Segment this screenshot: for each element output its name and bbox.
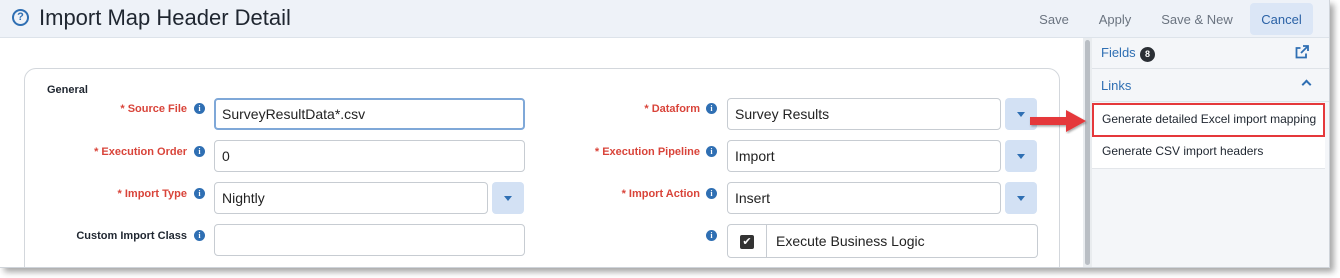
links-title[interactable]: Links	[1101, 78, 1131, 93]
execute-business-logic-checkbox-wrap[interactable]: ✔	[727, 224, 767, 258]
dataform-label: * Dataform	[644, 103, 700, 115]
execute-business-logic-checkbox[interactable]: ✔	[740, 235, 754, 249]
page-title: Import Map Header Detail	[39, 5, 291, 30]
source-file-label: * Source File	[120, 103, 187, 115]
header-bar: ? Import Map Header Detail Save Apply Sa…	[0, 0, 1329, 38]
section-title: General	[47, 84, 88, 96]
info-icon[interactable]: i	[194, 188, 205, 199]
execution-order-label: * Execution Order	[94, 146, 187, 158]
dataform-select[interactable]: Survey Results	[727, 98, 1001, 130]
import-type-label: * Import Type	[117, 188, 187, 200]
info-icon[interactable]: i	[706, 146, 717, 157]
fields-count-badge: 8	[1140, 47, 1155, 62]
import-action-label: * Import Action	[621, 188, 700, 200]
execution-pipeline-dropdown-button[interactable]	[1005, 140, 1037, 172]
help-icon[interactable]: ?	[12, 9, 29, 26]
import-action-dropdown-button[interactable]	[1005, 182, 1037, 214]
highlight-box	[1092, 103, 1325, 137]
links-panel-header[interactable]: Links	[1092, 71, 1329, 102]
chevron-down-icon	[1017, 196, 1025, 201]
import-action-select[interactable]: Insert	[727, 182, 1001, 214]
fields-panel-header[interactable]: Fields 8	[1092, 38, 1329, 69]
custom-import-class-label: Custom Import Class	[76, 230, 187, 242]
window: ? Import Map Header Detail Save Apply Sa…	[0, 0, 1330, 268]
apply-button[interactable]: Apply	[1089, 3, 1141, 35]
save-button[interactable]: Save	[1030, 3, 1078, 35]
execution-pipeline-label: * Execution Pipeline	[594, 146, 700, 158]
info-icon[interactable]: i	[706, 188, 717, 199]
info-icon[interactable]: i	[194, 230, 205, 241]
red-arrow-annotation	[1030, 110, 1086, 132]
execution-order-input[interactable]: 0	[214, 140, 525, 172]
chevron-up-icon[interactable]	[1301, 79, 1312, 90]
link-generate-csv-headers[interactable]: Generate CSV import headers	[1092, 136, 1325, 169]
chevron-down-icon	[504, 196, 512, 201]
save-and-new-button[interactable]: Save & New	[1154, 3, 1240, 35]
info-icon[interactable]: i	[194, 146, 205, 157]
source-file-input[interactable]: SurveyResultData*.csv	[214, 98, 525, 130]
chevron-down-icon	[1017, 154, 1025, 159]
custom-import-class-input[interactable]	[214, 224, 525, 256]
import-type-dropdown-button[interactable]	[492, 182, 524, 214]
execution-pipeline-select[interactable]: Import	[727, 140, 1001, 172]
chevron-down-icon	[1017, 112, 1025, 117]
cancel-button[interactable]: Cancel	[1250, 3, 1313, 35]
info-icon[interactable]: i	[194, 103, 205, 114]
info-icon[interactable]: i	[706, 103, 717, 114]
scrollbar-thumb[interactable]	[1085, 40, 1090, 265]
import-type-select[interactable]: Nightly	[214, 182, 488, 214]
external-link-icon[interactable]	[1295, 45, 1309, 59]
execute-business-logic-label: Execute Business Logic	[767, 224, 1038, 258]
info-icon[interactable]: i	[706, 230, 717, 241]
fields-title[interactable]: Fields	[1101, 45, 1136, 60]
